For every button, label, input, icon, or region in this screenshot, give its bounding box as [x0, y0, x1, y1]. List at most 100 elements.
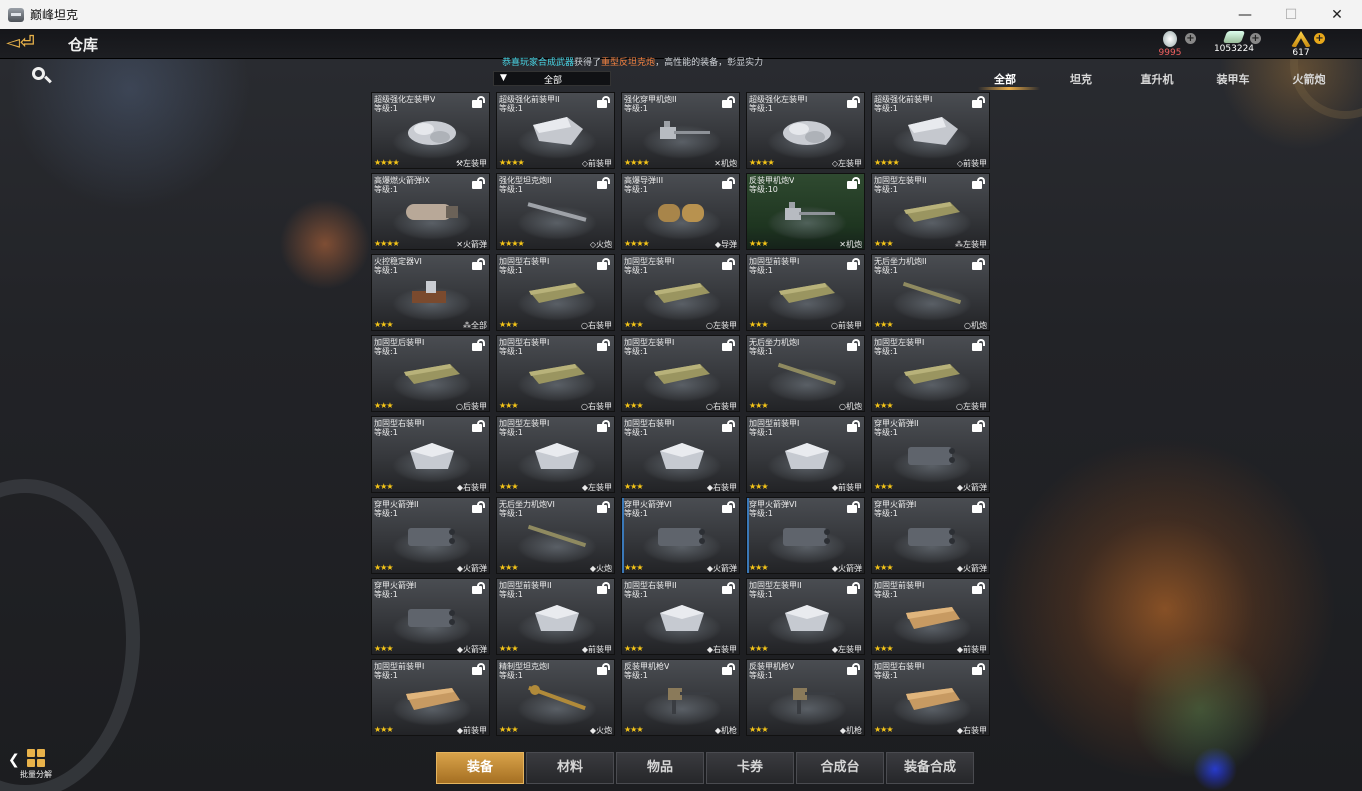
- lock-icon[interactable]: [722, 420, 736, 432]
- lock-icon[interactable]: [722, 177, 736, 189]
- tab-equipment[interactable]: 装备: [436, 752, 524, 784]
- inventory-item-card[interactable]: 加固型前装甲I 等级:1 ★★★ ◆前装甲: [371, 659, 490, 736]
- lock-icon[interactable]: [972, 420, 986, 432]
- lock-icon[interactable]: [972, 96, 986, 108]
- lock-icon[interactable]: [472, 96, 486, 108]
- inventory-item-card[interactable]: 加固型左装甲I 等级:1 ★★★ ○右装甲: [621, 335, 740, 412]
- lock-icon[interactable]: [847, 258, 861, 270]
- add-cash-button[interactable]: +: [1250, 33, 1261, 44]
- category-filter-dropdown[interactable]: ▼ 全部: [493, 71, 611, 86]
- lock-icon[interactable]: [847, 501, 861, 513]
- tab-helicopter[interactable]: 直升机: [1122, 71, 1192, 87]
- inventory-item-card[interactable]: 加固型前装甲II 等级:1 ★★★ ◆前装甲: [496, 578, 615, 655]
- tab-tank[interactable]: 坦克: [1046, 71, 1116, 87]
- inventory-item-card[interactable]: 高爆导弹III 等级:1 ★★★★ ◆导弹: [621, 173, 740, 250]
- lock-icon[interactable]: [472, 663, 486, 675]
- search-icon[interactable]: [32, 67, 54, 89]
- lock-icon[interactable]: [597, 96, 611, 108]
- batch-dismantle-button[interactable]: ❮ 批量分解: [8, 749, 58, 785]
- lock-icon[interactable]: [847, 663, 861, 675]
- lock-icon[interactable]: [722, 96, 736, 108]
- inventory-item-card[interactable]: 加固型右装甲II 等级:1 ★★★ ◆右装甲: [621, 578, 740, 655]
- inventory-item-card[interactable]: 穿甲火箭弹I 等级:1 ★★★ ◆火箭弹: [371, 578, 490, 655]
- inventory-item-card[interactable]: 火控稳定器VI 等级:1 ★★★ ⁂全部: [371, 254, 490, 331]
- inventory-item-card[interactable]: 穿甲火箭弹VI 等级:1 ★★★ ◆火箭弹: [746, 497, 865, 574]
- inventory-item-card[interactable]: 加固型左装甲I 等级:1 ★★★ ○左装甲: [871, 335, 990, 412]
- tab-items[interactable]: 物品: [616, 752, 704, 784]
- lock-icon[interactable]: [722, 663, 736, 675]
- inventory-item-card[interactable]: 高爆燃火箭弹IX 等级:1 ★★★★ ✕火箭弹: [371, 173, 490, 250]
- inventory-item-card[interactable]: 穿甲火箭弹II 等级:1 ★★★ ◆火箭弹: [871, 416, 990, 493]
- add-medal-button[interactable]: +: [1185, 33, 1196, 44]
- inventory-item-card[interactable]: 加固型后装甲I 等级:1 ★★★ ○后装甲: [371, 335, 490, 412]
- inventory-item-card[interactable]: 超级强化前装甲I 等级:1 ★★★★ ◇前装甲: [871, 92, 990, 169]
- lock-icon[interactable]: [472, 177, 486, 189]
- lock-icon[interactable]: [597, 339, 611, 351]
- lock-icon[interactable]: [972, 582, 986, 594]
- lock-icon[interactable]: [597, 420, 611, 432]
- inventory-item-card[interactable]: 加固型右装甲I 等级:1 ★★★ ◆右装甲: [621, 416, 740, 493]
- lock-icon[interactable]: [597, 663, 611, 675]
- tab-armored-car[interactable]: 装甲车: [1198, 71, 1268, 87]
- lock-icon[interactable]: [847, 96, 861, 108]
- inventory-item-card[interactable]: 精制型坦克炮I 等级:1 ★★★ ◆火炮: [496, 659, 615, 736]
- inventory-item-card[interactable]: 无后坐力机炮VI 等级:1 ★★★ ◆火炮: [496, 497, 615, 574]
- inventory-item-card[interactable]: 加固型左装甲I 等级:1 ★★★ ○左装甲: [621, 254, 740, 331]
- lock-icon[interactable]: [597, 177, 611, 189]
- inventory-item-card[interactable]: 加固型左装甲II 等级:1 ★★★ ⁂左装甲: [871, 173, 990, 250]
- back-button[interactable]: ◅⏎: [6, 34, 40, 52]
- lock-icon[interactable]: [472, 501, 486, 513]
- tab-rocket-artillery[interactable]: 火箭炮: [1274, 71, 1344, 87]
- lock-icon[interactable]: [972, 663, 986, 675]
- inventory-item-card[interactable]: 穿甲火箭弹II 等级:1 ★★★ ◆火箭弹: [371, 497, 490, 574]
- inventory-item-card[interactable]: 反装甲机枪V 等级:1 ★★★ ◆机枪: [746, 659, 865, 736]
- lock-icon[interactable]: [597, 501, 611, 513]
- lock-icon[interactable]: [847, 177, 861, 189]
- lock-icon[interactable]: [972, 258, 986, 270]
- tab-materials[interactable]: 材料: [526, 752, 614, 784]
- inventory-item-card[interactable]: 加固型左装甲I 等级:1 ★★★ ◆左装甲: [496, 416, 615, 493]
- inventory-item-card[interactable]: 超级强化左装甲I 等级:1 ★★★★ ◇左装甲: [746, 92, 865, 169]
- tab-vouchers[interactable]: 卡券: [706, 752, 794, 784]
- minimize-button[interactable]: —: [1222, 0, 1268, 29]
- lock-icon[interactable]: [722, 582, 736, 594]
- lock-icon[interactable]: [597, 582, 611, 594]
- inventory-item-card[interactable]: 穿甲火箭弹VI 等级:1 ★★★ ◆火箭弹: [621, 497, 740, 574]
- inventory-item-card[interactable]: 加固型右装甲I 等级:1 ★★★ ○右装甲: [496, 254, 615, 331]
- tab-all[interactable]: 全部: [970, 71, 1040, 90]
- inventory-item-card[interactable]: 穿甲火箭弹I 等级:1 ★★★ ◆火箭弹: [871, 497, 990, 574]
- inventory-item-card[interactable]: 加固型右装甲I 等级:1 ★★★ ○右装甲: [496, 335, 615, 412]
- lock-icon[interactable]: [722, 258, 736, 270]
- inventory-item-card[interactable]: 加固型前装甲I 等级:1 ★★★ ◆前装甲: [746, 416, 865, 493]
- add-gold-button[interactable]: +: [1314, 33, 1325, 44]
- inventory-item-card[interactable]: 加固型前装甲I 等级:1 ★★★ ◆前装甲: [871, 578, 990, 655]
- tab-crafting-table[interactable]: 合成台: [796, 752, 884, 784]
- inventory-item-card[interactable]: 加固型前装甲I 等级:1 ★★★ ○前装甲: [746, 254, 865, 331]
- inventory-item-card[interactable]: 加固型右装甲I 等级:1 ★★★ ◆右装甲: [371, 416, 490, 493]
- close-button[interactable]: ✕: [1314, 0, 1360, 29]
- lock-icon[interactable]: [722, 339, 736, 351]
- lock-icon[interactable]: [847, 339, 861, 351]
- lock-icon[interactable]: [722, 501, 736, 513]
- maximize-button[interactable]: ☐: [1268, 0, 1314, 29]
- lock-icon[interactable]: [472, 420, 486, 432]
- lock-icon[interactable]: [972, 501, 986, 513]
- lock-icon[interactable]: [472, 339, 486, 351]
- collapse-arrow-icon[interactable]: ❮: [8, 752, 20, 768]
- lock-icon[interactable]: [972, 339, 986, 351]
- lock-icon[interactable]: [847, 420, 861, 432]
- inventory-item-card[interactable]: 反装甲机炮V 等级:10 ★★★ ✕机炮: [746, 173, 865, 250]
- lock-icon[interactable]: [472, 582, 486, 594]
- lock-icon[interactable]: [472, 258, 486, 270]
- inventory-item-card[interactable]: 超级强化左装甲V 等级:1 ★★★★ ⚒左装甲: [371, 92, 490, 169]
- inventory-item-card[interactable]: 超级强化前装甲II 等级:1 ★★★★ ◇前装甲: [496, 92, 615, 169]
- inventory-item-card[interactable]: 强化型坦克炮II 等级:1 ★★★★ ◇火炮: [496, 173, 615, 250]
- lock-icon[interactable]: [597, 258, 611, 270]
- lock-icon[interactable]: [847, 582, 861, 594]
- inventory-item-card[interactable]: 加固型右装甲I 等级:1 ★★★ ◆右装甲: [871, 659, 990, 736]
- inventory-item-card[interactable]: 加固型左装甲II 等级:1 ★★★ ◆左装甲: [746, 578, 865, 655]
- inventory-item-card[interactable]: 反装甲机枪V 等级:1 ★★★ ◆机枪: [621, 659, 740, 736]
- inventory-item-card[interactable]: 强化穿甲机炮II 等级:1 ★★★★ ✕机炮: [621, 92, 740, 169]
- tab-equipment-synthesis[interactable]: 装备合成: [886, 752, 974, 784]
- inventory-item-card[interactable]: 无后坐力机炮I 等级:1 ★★★ ○机炮: [746, 335, 865, 412]
